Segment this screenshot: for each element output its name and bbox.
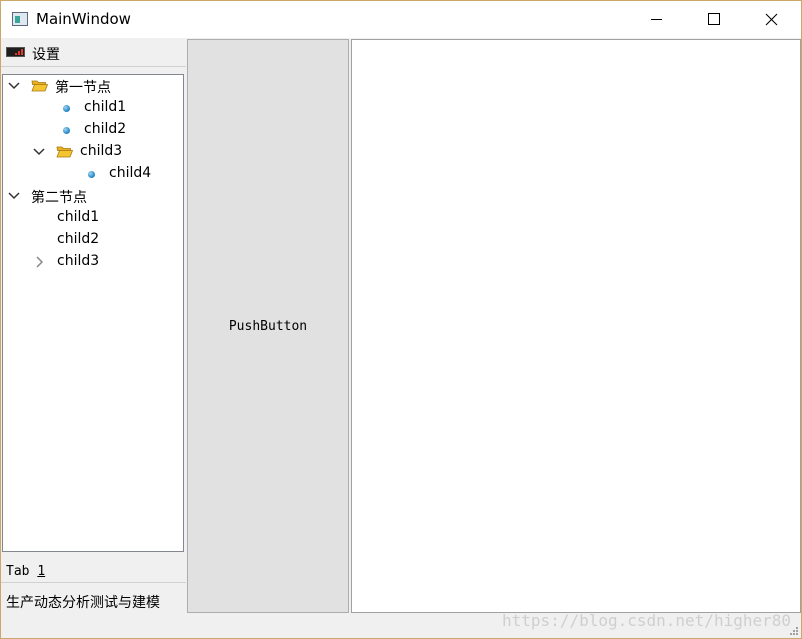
bullet-icon — [63, 127, 70, 134]
bottom-label: 生产动态分析测试与建模 — [6, 595, 160, 611]
tree-item-label: 第一节点 — [55, 80, 111, 96]
folder-open-icon — [31, 80, 48, 92]
minimize-button[interactable] — [627, 1, 685, 38]
tree-item[interactable]: child3 — [3, 141, 183, 163]
tree-item[interactable]: child1 — [3, 97, 183, 119]
window-title: MainWindow — [36, 10, 131, 28]
tab-label-prefix: Tab — [6, 564, 38, 579]
tree-item-label: child1 — [57, 209, 100, 225]
tree-item-label: child3 — [80, 143, 123, 159]
tab-1[interactable]: Tab 1 — [6, 564, 45, 579]
app-window-icon — [12, 12, 28, 26]
minimize-icon — [651, 19, 662, 20]
signal-bars-icon — [6, 47, 25, 57]
tree-item-label: 第二节点 — [31, 190, 87, 206]
chevron-right-icon[interactable] — [33, 256, 45, 268]
tree-item-label: child2 — [57, 231, 100, 247]
folder-open-icon — [56, 146, 73, 158]
tree-item[interactable]: child3 — [3, 251, 183, 273]
settings-label: 设置 — [32, 47, 60, 63]
tree-item[interactable]: child4 — [3, 163, 183, 185]
close-button[interactable] — [743, 1, 801, 38]
tree-item-label: child1 — [84, 99, 127, 115]
close-icon — [765, 13, 778, 26]
tree-item[interactable]: 第一节点 — [3, 75, 183, 97]
bullet-icon — [88, 171, 95, 178]
left-panel: 设置 第一节点 child1 child2 child3 child4 第二节点 child… — [1, 39, 186, 612]
tree-view[interactable]: 第一节点 child1 child2 child3 child4 第二节点 child1 ch… — [2, 74, 184, 552]
tree-item-label: child4 — [109, 165, 152, 181]
size-grip-icon[interactable] — [789, 626, 799, 636]
chevron-down-icon[interactable] — [8, 80, 20, 92]
maximize-button[interactable] — [685, 1, 743, 38]
chevron-down-icon[interactable] — [33, 146, 45, 158]
title-bar[interactable]: MainWindow — [1, 1, 801, 38]
bullet-icon — [63, 105, 70, 112]
main-window: MainWindow 设置 第一节点 child1 child2 child3 … — [0, 0, 802, 639]
maximize-icon — [708, 13, 720, 25]
tree-item[interactable]: child2 — [3, 119, 183, 141]
chevron-down-icon[interactable] — [8, 190, 20, 202]
push-button[interactable]: PushButton — [187, 39, 349, 613]
tree-item-label: child3 — [57, 253, 100, 269]
tree-item[interactable]: child1 — [3, 207, 183, 229]
content-area[interactable] — [351, 39, 801, 613]
watermark: https://blog.csdn.net/higher80 — [502, 611, 791, 630]
tab-bar: Tab 1 — [1, 560, 186, 583]
tree-item-label: child2 — [84, 121, 127, 137]
tree-item[interactable]: child2 — [3, 229, 183, 251]
tab-label-mnemonic: 1 — [37, 564, 46, 579]
tree-item[interactable]: 第二节点 — [3, 185, 183, 207]
push-button-label: PushButton — [228, 319, 308, 334]
settings-header[interactable]: 设置 — [1, 39, 186, 67]
